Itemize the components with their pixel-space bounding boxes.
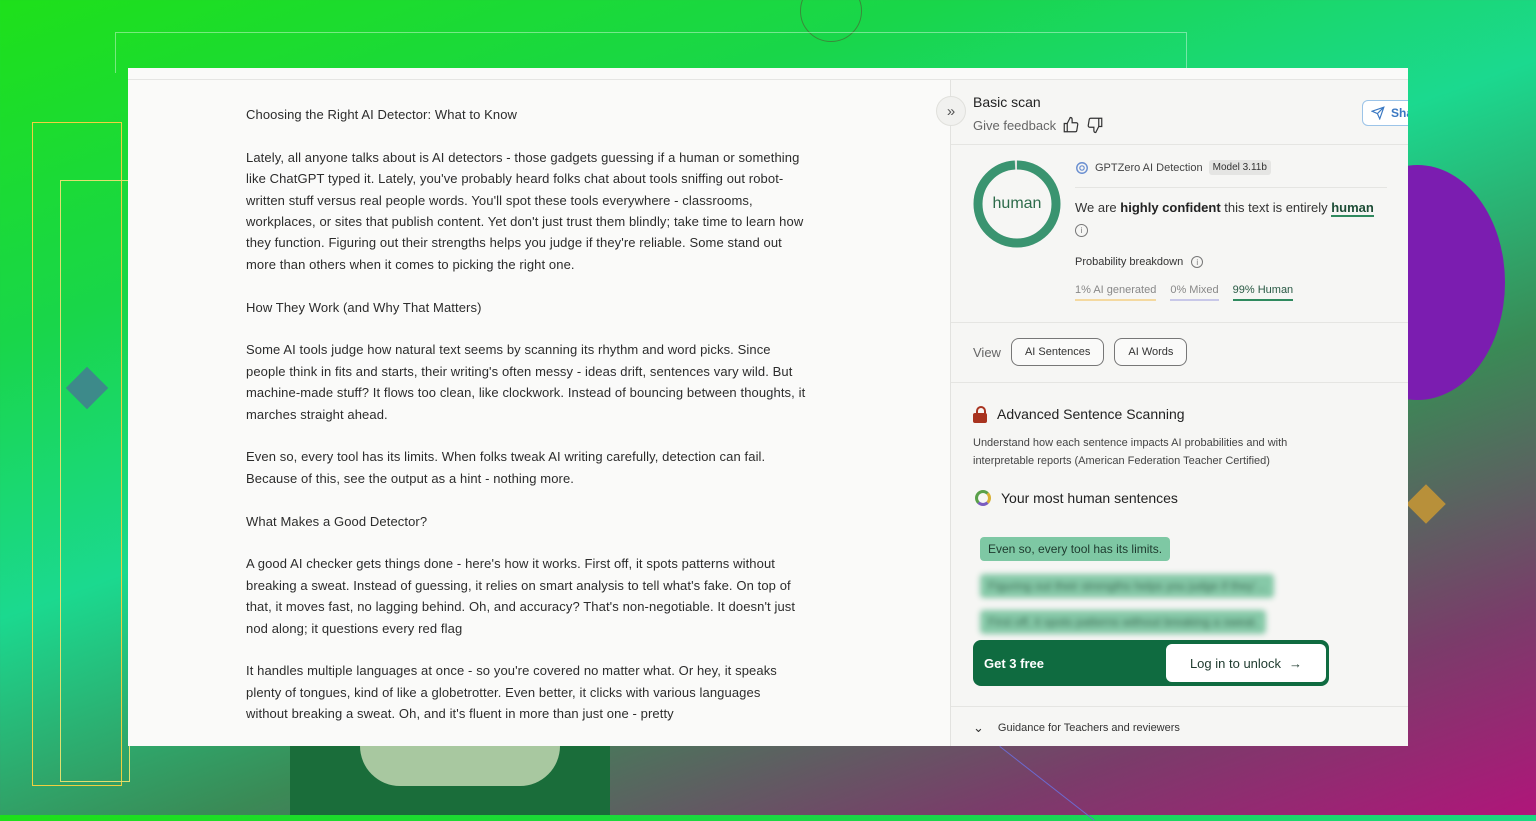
chevron-down-icon: ⌄ [973,720,984,735]
detector-row: GPTZero AI Detection Model 3.11b [1075,160,1271,175]
probability-title: Probability breakdown [1075,256,1184,268]
doc-paragraph: Some AI tools judge how natural text see… [246,342,806,422]
bg-frame [60,180,130,782]
advanced-title: Advanced Sentence Scanning [997,406,1185,422]
share-label: Sha [1391,106,1408,120]
divider [951,382,1408,383]
confidence-middle: this text is entirely [1220,200,1332,215]
share-button[interactable]: Sha [1362,100,1408,126]
login-unlock-label: Log in to unlock [1189,655,1282,671]
divider [1075,187,1387,188]
guidance-toggle[interactable]: ⌄ Guidance for Teachers and reviewers [973,720,1180,736]
get-free-label: Get 3 free [984,655,1044,671]
divider [951,144,1408,145]
double-chevron-right-icon: » [946,102,956,120]
bg-circle-outline [800,0,862,42]
document-text[interactable]: Choosing the Right AI Detector: What to … [246,104,806,746]
doc-heading: How They Work (and Why That Matters) [246,299,482,315]
ai-sentences-button[interactable]: AI Sentences [1010,338,1105,366]
spiral-icon [975,490,991,506]
blurred-sentence-chip: First off, it spots patterns without bre… [980,610,1266,634]
arrow-right-icon: → [1289,655,1303,671]
detector-name: GPTZero AI Detection [1095,161,1203,174]
ai-words-button[interactable]: AI Words [1114,338,1188,366]
document-editor[interactable]: Choosing the Right AI Detector: What to … [128,80,950,746]
app-window: Choosing the Right AI Detector: What to … [128,68,1408,746]
bg-line [999,746,1095,821]
doc-paragraph: It handles multiple languages at once - … [246,663,777,722]
confidence-text: We are highly confident this text is ent… [1075,200,1374,217]
result-label: human [992,195,1042,212]
unlock-bar: Get 3 free Log in to unlock → [973,640,1329,686]
feedback-row: Give feedback [973,116,1104,134]
blurred-sentence-chip: Figuring out their strengths helps you j… [980,574,1274,598]
human-sentence-chip[interactable]: Even so, every tool has its limits. [980,537,1171,561]
prob-mixed: 0% Mixed [1170,284,1219,301]
view-label: View [973,344,1001,360]
lock-icon [973,406,987,423]
human-sentences-title-row: Your most human sentences [975,490,1178,506]
model-badge: Model 3.11b [1208,160,1271,175]
probability-title-row: Probability breakdown i [1075,256,1204,268]
advanced-description: Understand how each sentence impacts AI … [973,437,1288,467]
guidance-label: Guidance for Teachers and reviewers [997,722,1180,734]
scan-panel: Basic scan Give feedback Sha human GPTZe… [950,80,1408,746]
send-icon [1371,106,1385,120]
divider [951,706,1408,707]
prob-ai: 1% AI generated [1075,284,1157,301]
scan-title: Basic scan [973,94,1041,110]
gptzero-logo-icon [1076,161,1088,174]
bg-green-block [290,746,610,815]
doc-paragraph: Lately, all anyone talks about is AI det… [246,149,804,272]
info-icon[interactable]: i [1191,256,1204,268]
bg-light-arc [360,746,560,786]
thumbs-up-icon[interactable] [1062,116,1080,134]
feedback-label: Give feedback [973,117,1057,133]
doc-heading: What Makes a Good Detector? [246,513,428,529]
bg-frame [115,32,1187,73]
bg-teal-diamond [65,366,109,410]
confidence-result: human [1331,200,1374,217]
login-unlock-button[interactable]: Log in to unlock → [1166,644,1326,682]
bg-frame [32,122,122,786]
doc-paragraph: Even so, every tool has its limits. When… [246,449,766,486]
collapse-panel-button[interactable]: » [936,96,966,126]
probability-breakdown: 1% AI generated 0% Mixed 99% Human [1075,284,1294,301]
human-sentences-title: Your most human sentences [1001,490,1178,506]
confidence-level: highly confident [1120,200,1221,215]
doc-heading: Choosing the Right AI Detector: What to … [246,107,518,122]
view-row: View AI Sentences AI Words [973,338,1188,366]
info-icon[interactable]: i [1075,224,1088,237]
thumbs-down-icon[interactable] [1086,116,1104,134]
advanced-title-row: Advanced Sentence Scanning [973,406,1185,423]
divider [951,322,1408,323]
doc-paragraph: A good AI checker gets things done - her… [246,556,796,636]
bg-gold-diamond [1406,484,1446,524]
prob-human: 99% Human [1232,284,1294,301]
confidence-prefix: We are [1075,200,1121,215]
